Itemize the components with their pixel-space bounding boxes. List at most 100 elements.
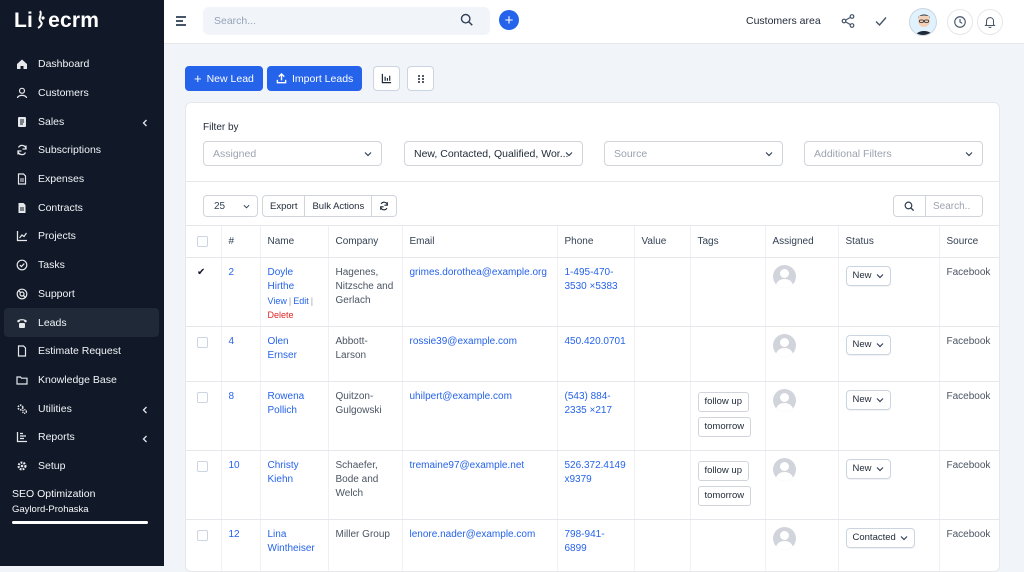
- column-header[interactable]: Name: [260, 226, 328, 258]
- column-header[interactable]: Phone: [557, 226, 634, 258]
- additional-filters-select[interactable]: Additional Filters: [804, 141, 983, 166]
- page-size-select[interactable]: 25: [203, 195, 258, 217]
- lead-name-link[interactable]: Doyle Hirthe: [268, 267, 295, 292]
- sidebar-item-projects[interactable]: Projects: [4, 222, 159, 251]
- table-row[interactable]: 2Doyle HirtheView|Edit|DeleteHagenes, Ni…: [186, 258, 1000, 327]
- email-link[interactable]: tremaine97@example.net: [410, 460, 525, 471]
- sidebar-item-customers[interactable]: Customers: [4, 79, 159, 108]
- assigned-avatar[interactable]: [773, 265, 796, 288]
- phone-link[interactable]: 798-941-6899: [565, 529, 605, 554]
- table-search-input[interactable]: [926, 196, 982, 216]
- phone-link[interactable]: 450.420.0701: [565, 336, 626, 347]
- sidebar-item-support[interactable]: Support: [4, 280, 159, 309]
- phone-link[interactable]: (543) 884-2335 ×217: [565, 391, 613, 416]
- email-link[interactable]: uhilpert@example.com: [410, 391, 512, 402]
- tag-badge[interactable]: follow up: [698, 392, 750, 412]
- customers-area-link[interactable]: Customers area: [746, 15, 821, 27]
- sidebar-item-dashboard[interactable]: Dashboard: [4, 50, 159, 79]
- lead-id-link[interactable]: 10: [229, 460, 240, 471]
- grid-view-button[interactable]: [407, 66, 434, 91]
- table-row[interactable]: 10Christy KiehnSchaefer, Bode and Welcht…: [186, 451, 1000, 520]
- column-header[interactable]: Email: [402, 226, 557, 258]
- table-row[interactable]: 4Olen ErnserAbbott-Larsonrossie39@exampl…: [186, 327, 1000, 382]
- status-dropdown[interactable]: New: [846, 335, 891, 355]
- user-avatar[interactable]: [909, 8, 937, 36]
- tag-badge[interactable]: tomorrow: [698, 486, 752, 506]
- column-header[interactable]: Source: [939, 226, 1000, 258]
- share-icon[interactable]: [840, 13, 856, 29]
- sidebar-item-reports[interactable]: Reports: [4, 423, 159, 452]
- phone-link[interactable]: 526.372.4149 x9379: [565, 460, 626, 485]
- sidebar-item-expenses[interactable]: Expenses: [4, 165, 159, 194]
- phone-link[interactable]: 1-495-470-3530 ×5383: [565, 267, 618, 292]
- lead-name-link[interactable]: Rowena Pollich: [268, 391, 305, 416]
- column-header[interactable]: Status: [838, 226, 939, 258]
- view-link[interactable]: View: [268, 296, 287, 306]
- assigned-avatar[interactable]: [773, 458, 796, 481]
- sidebar-item-utilities[interactable]: Utilities: [4, 394, 159, 423]
- sidebar-item-sales[interactable]: Sales: [4, 107, 159, 136]
- sidebar-item-tasks[interactable]: Tasks: [4, 251, 159, 280]
- assigned-filter-select[interactable]: Assigned: [203, 141, 382, 166]
- bulk-actions-button[interactable]: Bulk Actions: [305, 196, 372, 216]
- sidebar-item-setup[interactable]: Setup: [4, 452, 159, 481]
- row-checkbox[interactable]: [197, 461, 208, 472]
- column-header[interactable]: Value: [634, 226, 690, 258]
- status-dropdown[interactable]: New: [846, 459, 891, 479]
- search-icon[interactable]: [460, 13, 474, 27]
- lead-id-link[interactable]: 2: [229, 267, 235, 278]
- sidebar-item-estimate-request[interactable]: Estimate Request: [4, 337, 159, 366]
- status-filter-select[interactable]: New, Contacted, Qualified, Wor...: [404, 141, 583, 166]
- lead-id-link[interactable]: 12: [229, 529, 240, 540]
- source-filter-select[interactable]: Source: [604, 141, 783, 166]
- status-dropdown[interactable]: New: [846, 266, 891, 286]
- table-row[interactable]: 8Rowena PollichQuitzon-Gulgowskiuhilpert…: [186, 382, 1000, 451]
- reload-button[interactable]: [372, 196, 396, 216]
- email-link[interactable]: lenore.nader@example.com: [410, 529, 536, 540]
- assigned-avatar[interactable]: [773, 527, 796, 550]
- column-header[interactable]: Tags: [690, 226, 765, 258]
- global-search-input[interactable]: [203, 7, 490, 35]
- column-header[interactable]: Company: [328, 226, 402, 258]
- lead-name-link[interactable]: Christy Kiehn: [268, 460, 299, 485]
- column-header[interactable]: #: [221, 226, 260, 258]
- delete-link[interactable]: Delete: [268, 310, 294, 320]
- email-link[interactable]: grimes.dorothea@example.org: [410, 267, 547, 278]
- email-link[interactable]: rossie39@example.com: [410, 336, 517, 347]
- import-leads-button[interactable]: Import Leads: [267, 66, 362, 91]
- sidebar-item-subscriptions[interactable]: Subscriptions: [4, 136, 159, 165]
- sidebar-item-knowledge-base[interactable]: Knowledge Base: [4, 366, 159, 395]
- tag-badge[interactable]: tomorrow: [698, 417, 752, 437]
- lead-name-link[interactable]: Olen Ernser: [268, 336, 297, 361]
- row-checkbox[interactable]: [197, 392, 208, 403]
- export-button[interactable]: Export: [263, 196, 305, 216]
- row-checkbox[interactable]: [197, 530, 208, 541]
- lead-id-link[interactable]: 4: [229, 336, 235, 347]
- sidebar-project-progress[interactable]: SEO Optimization Gaylord-Prohaska: [12, 488, 152, 524]
- sidebar-item-leads[interactable]: Leads: [4, 308, 159, 337]
- sidebar-item-contracts[interactable]: Contracts: [4, 193, 159, 222]
- kanban-view-button[interactable]: [373, 66, 400, 91]
- edit-link[interactable]: Edit: [293, 296, 309, 306]
- quick-create-button[interactable]: +: [499, 10, 519, 30]
- lead-name-link[interactable]: Lina Wintheiser: [268, 529, 315, 554]
- assigned-avatar[interactable]: [773, 389, 796, 412]
- lead-id-link[interactable]: 8: [229, 391, 235, 402]
- chevron-left-icon[interactable]: [141, 403, 149, 417]
- check-icon[interactable]: [873, 13, 889, 29]
- table-row[interactable]: 12Lina WintheiserMiller Grouplenore.nade…: [186, 520, 1000, 572]
- search-icon[interactable]: [894, 196, 926, 216]
- menu-toggle-icon[interactable]: [176, 16, 186, 28]
- chevron-left-icon[interactable]: [141, 432, 149, 446]
- assigned-avatar[interactable]: [773, 334, 796, 357]
- status-dropdown[interactable]: Contacted: [846, 528, 915, 548]
- chevron-left-icon[interactable]: [141, 116, 149, 130]
- row-checkbox[interactable]: [197, 337, 208, 348]
- select-all-checkbox[interactable]: [197, 236, 208, 247]
- tag-badge[interactable]: follow up: [698, 461, 750, 481]
- new-lead-button[interactable]: +New Lead: [185, 66, 263, 91]
- bell-icon[interactable]: [977, 9, 1003, 35]
- app-logo[interactable]: Liecrm: [14, 9, 99, 33]
- status-dropdown[interactable]: New: [846, 390, 891, 410]
- column-header[interactable]: Assigned: [765, 226, 838, 258]
